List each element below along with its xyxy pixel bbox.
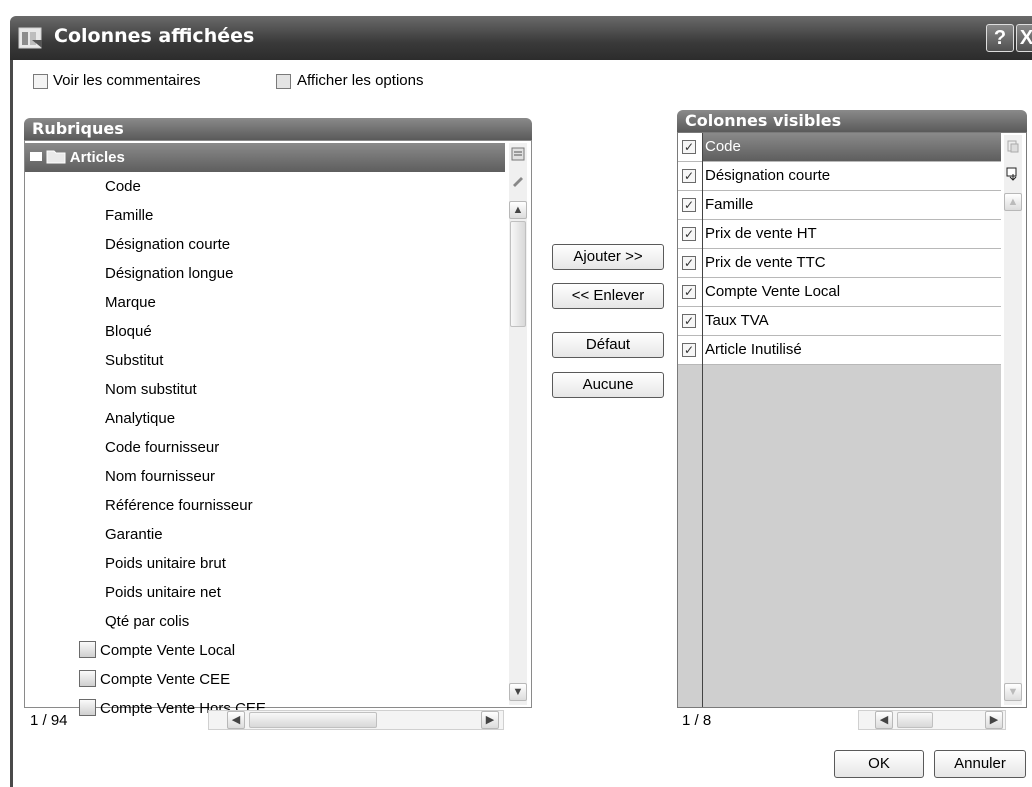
- visible-column-row[interactable]: ✓ Article Inutilisé: [678, 336, 1001, 365]
- tree-item[interactable]: Code fournisseur: [105, 433, 219, 462]
- list-view-icon[interactable]: [511, 147, 525, 161]
- tree-item[interactable]: Analytique: [105, 404, 175, 433]
- tree-item[interactable]: Marque: [105, 288, 156, 317]
- show-comments-checkbox[interactable]: [33, 74, 48, 89]
- tree-item[interactable]: Substitut: [105, 346, 163, 375]
- none-button[interactable]: Aucune: [552, 372, 664, 398]
- tree-item[interactable]: Poids unitaire brut: [105, 549, 226, 578]
- columns-scroll-down[interactable]: ▼: [1004, 683, 1022, 701]
- remove-button[interactable]: << Enlever: [552, 283, 664, 309]
- window-title: Colonnes affichées: [54, 25, 255, 47]
- visible-columns-empty: [678, 365, 1001, 707]
- ok-button[interactable]: OK: [834, 750, 924, 778]
- visible-column-checkbox[interactable]: ✓: [682, 140, 696, 154]
- tree-subgroup[interactable]: Compte Vente Local: [79, 636, 235, 665]
- scroll-thumb[interactable]: [510, 221, 526, 327]
- tree-subgroup-label: Compte Vente Local: [100, 642, 236, 659]
- move-icon[interactable]: [1006, 167, 1020, 181]
- visible-columns-header: Colonnes visibles: [677, 110, 1027, 132]
- visible-columns-panel: ✓ Code ✓ Désignation courte ✓ Famille ✓ Prix de…: [677, 132, 1027, 708]
- tree-item[interactable]: Garantie: [105, 520, 163, 549]
- visible-column-checkbox[interactable]: ✓: [682, 169, 696, 183]
- columns-vertical-scrollbar[interactable]: ▲ ▼: [1004, 135, 1022, 705]
- visible-column-label: Prix de vente HT: [705, 225, 817, 242]
- visible-column-checkbox[interactable]: ✓: [682, 256, 696, 270]
- tree-item[interactable]: Désignation longue: [105, 259, 233, 288]
- table-field-icon: [79, 699, 96, 716]
- visible-column-label: Code: [702, 133, 1001, 161]
- visible-column-label: Désignation courte: [705, 167, 831, 184]
- tree-item[interactable]: Bloqué: [105, 317, 152, 346]
- visible-column-label: Famille: [705, 196, 754, 213]
- scroll-up-button[interactable]: ▲: [509, 201, 527, 219]
- table-field-icon: [79, 670, 96, 687]
- scroll-left-button[interactable]: ◀: [227, 711, 245, 729]
- columns-scroll-left[interactable]: ◀: [875, 711, 893, 729]
- columns-hscroll-thumb[interactable]: [897, 712, 933, 728]
- help-button[interactable]: ?: [986, 24, 1014, 52]
- tree-item[interactable]: Nom fournisseur: [105, 462, 215, 491]
- columns-horizontal-scrollbar[interactable]: ◀ ▶: [858, 710, 1006, 730]
- folder-icon: [46, 150, 66, 164]
- hscroll-thumb[interactable]: [249, 712, 377, 728]
- show-comments-label: Voir les commentaires: [53, 72, 201, 89]
- visible-column-checkbox[interactable]: ✓: [682, 198, 696, 212]
- show-options-checkbox[interactable]: [276, 74, 291, 89]
- tree-group-label: Articles: [69, 149, 125, 166]
- visible-column-checkbox[interactable]: ✓: [682, 227, 696, 241]
- close-button[interactable]: X: [1016, 24, 1032, 52]
- tree-item[interactable]: Nom substitut: [105, 375, 197, 404]
- fields-panel-header: Rubriques: [24, 118, 532, 140]
- visible-column-row[interactable]: ✓ Désignation courte: [678, 162, 1001, 191]
- tree-subgroup-label: Compte Vente CEE: [100, 671, 231, 688]
- table-field-icon: [79, 641, 96, 658]
- dialog-columns-icon: [18, 27, 42, 49]
- show-options-label: Afficher les options: [297, 72, 424, 89]
- visible-column-label: Compte Vente Local: [705, 283, 841, 300]
- visible-column-row[interactable]: ✓ Prix de vente TTC: [678, 249, 1001, 278]
- visible-column-checkbox[interactable]: ✓: [682, 285, 696, 299]
- tree-item[interactable]: Famille: [105, 201, 153, 230]
- copy-icon[interactable]: [1006, 139, 1020, 153]
- tool-icon[interactable]: [511, 175, 525, 189]
- visible-column-row[interactable]: ✓ Famille: [678, 191, 1001, 220]
- tree-subgroup[interactable]: Compte Vente CEE: [79, 665, 230, 694]
- visible-column-row[interactable]: ✓ Taux TVA: [678, 307, 1001, 336]
- collapse-icon[interactable]: [30, 152, 42, 161]
- tree-item[interactable]: Qté par colis: [105, 607, 189, 636]
- cancel-button[interactable]: Annuler: [934, 750, 1026, 778]
- columns-scroll-right[interactable]: ▶: [985, 711, 1003, 729]
- column-divider: [702, 133, 703, 707]
- fields-horizontal-scrollbar[interactable]: ◀ ▶: [208, 710, 504, 730]
- visible-column-label: Article Inutilisé: [705, 341, 802, 358]
- default-button[interactable]: Défaut: [552, 332, 664, 358]
- columns-scroll-up[interactable]: ▲: [1004, 193, 1022, 211]
- add-button[interactable]: Ajouter >>: [552, 244, 664, 270]
- tree-item[interactable]: Code: [105, 172, 141, 201]
- visible-column-row[interactable]: ✓ Code: [678, 133, 1001, 162]
- visible-column-row[interactable]: ✓ Prix de vente HT: [678, 220, 1001, 249]
- tree-item[interactable]: Désignation courte: [105, 230, 230, 259]
- fields-panel: Articles Code Famille Désignation courte Dé…: [24, 140, 532, 717]
- scroll-down-button[interactable]: ▼: [509, 683, 527, 701]
- visible-column-checkbox[interactable]: ✓: [682, 343, 696, 357]
- fields-count: 1 / 94: [30, 712, 68, 729]
- tree-item[interactable]: Référence fournisseur: [105, 491, 253, 520]
- fields-vertical-scrollbar[interactable]: ▲ ▼: [509, 143, 527, 705]
- scroll-right-button[interactable]: ▶: [481, 711, 499, 729]
- visible-column-row[interactable]: ✓ Compte Vente Local: [678, 278, 1001, 307]
- visible-column-label: Taux TVA: [705, 312, 769, 329]
- visible-column-label: Prix de vente TTC: [705, 254, 826, 271]
- columns-count: 1 / 8: [682, 712, 712, 729]
- tree-group-articles[interactable]: Articles: [25, 143, 505, 172]
- title-bar: Colonnes affichées ? X: [10, 16, 1032, 60]
- tree-item[interactable]: Poids unitaire net: [105, 578, 221, 607]
- window-border: [10, 60, 13, 787]
- visible-column-checkbox[interactable]: ✓: [682, 314, 696, 328]
